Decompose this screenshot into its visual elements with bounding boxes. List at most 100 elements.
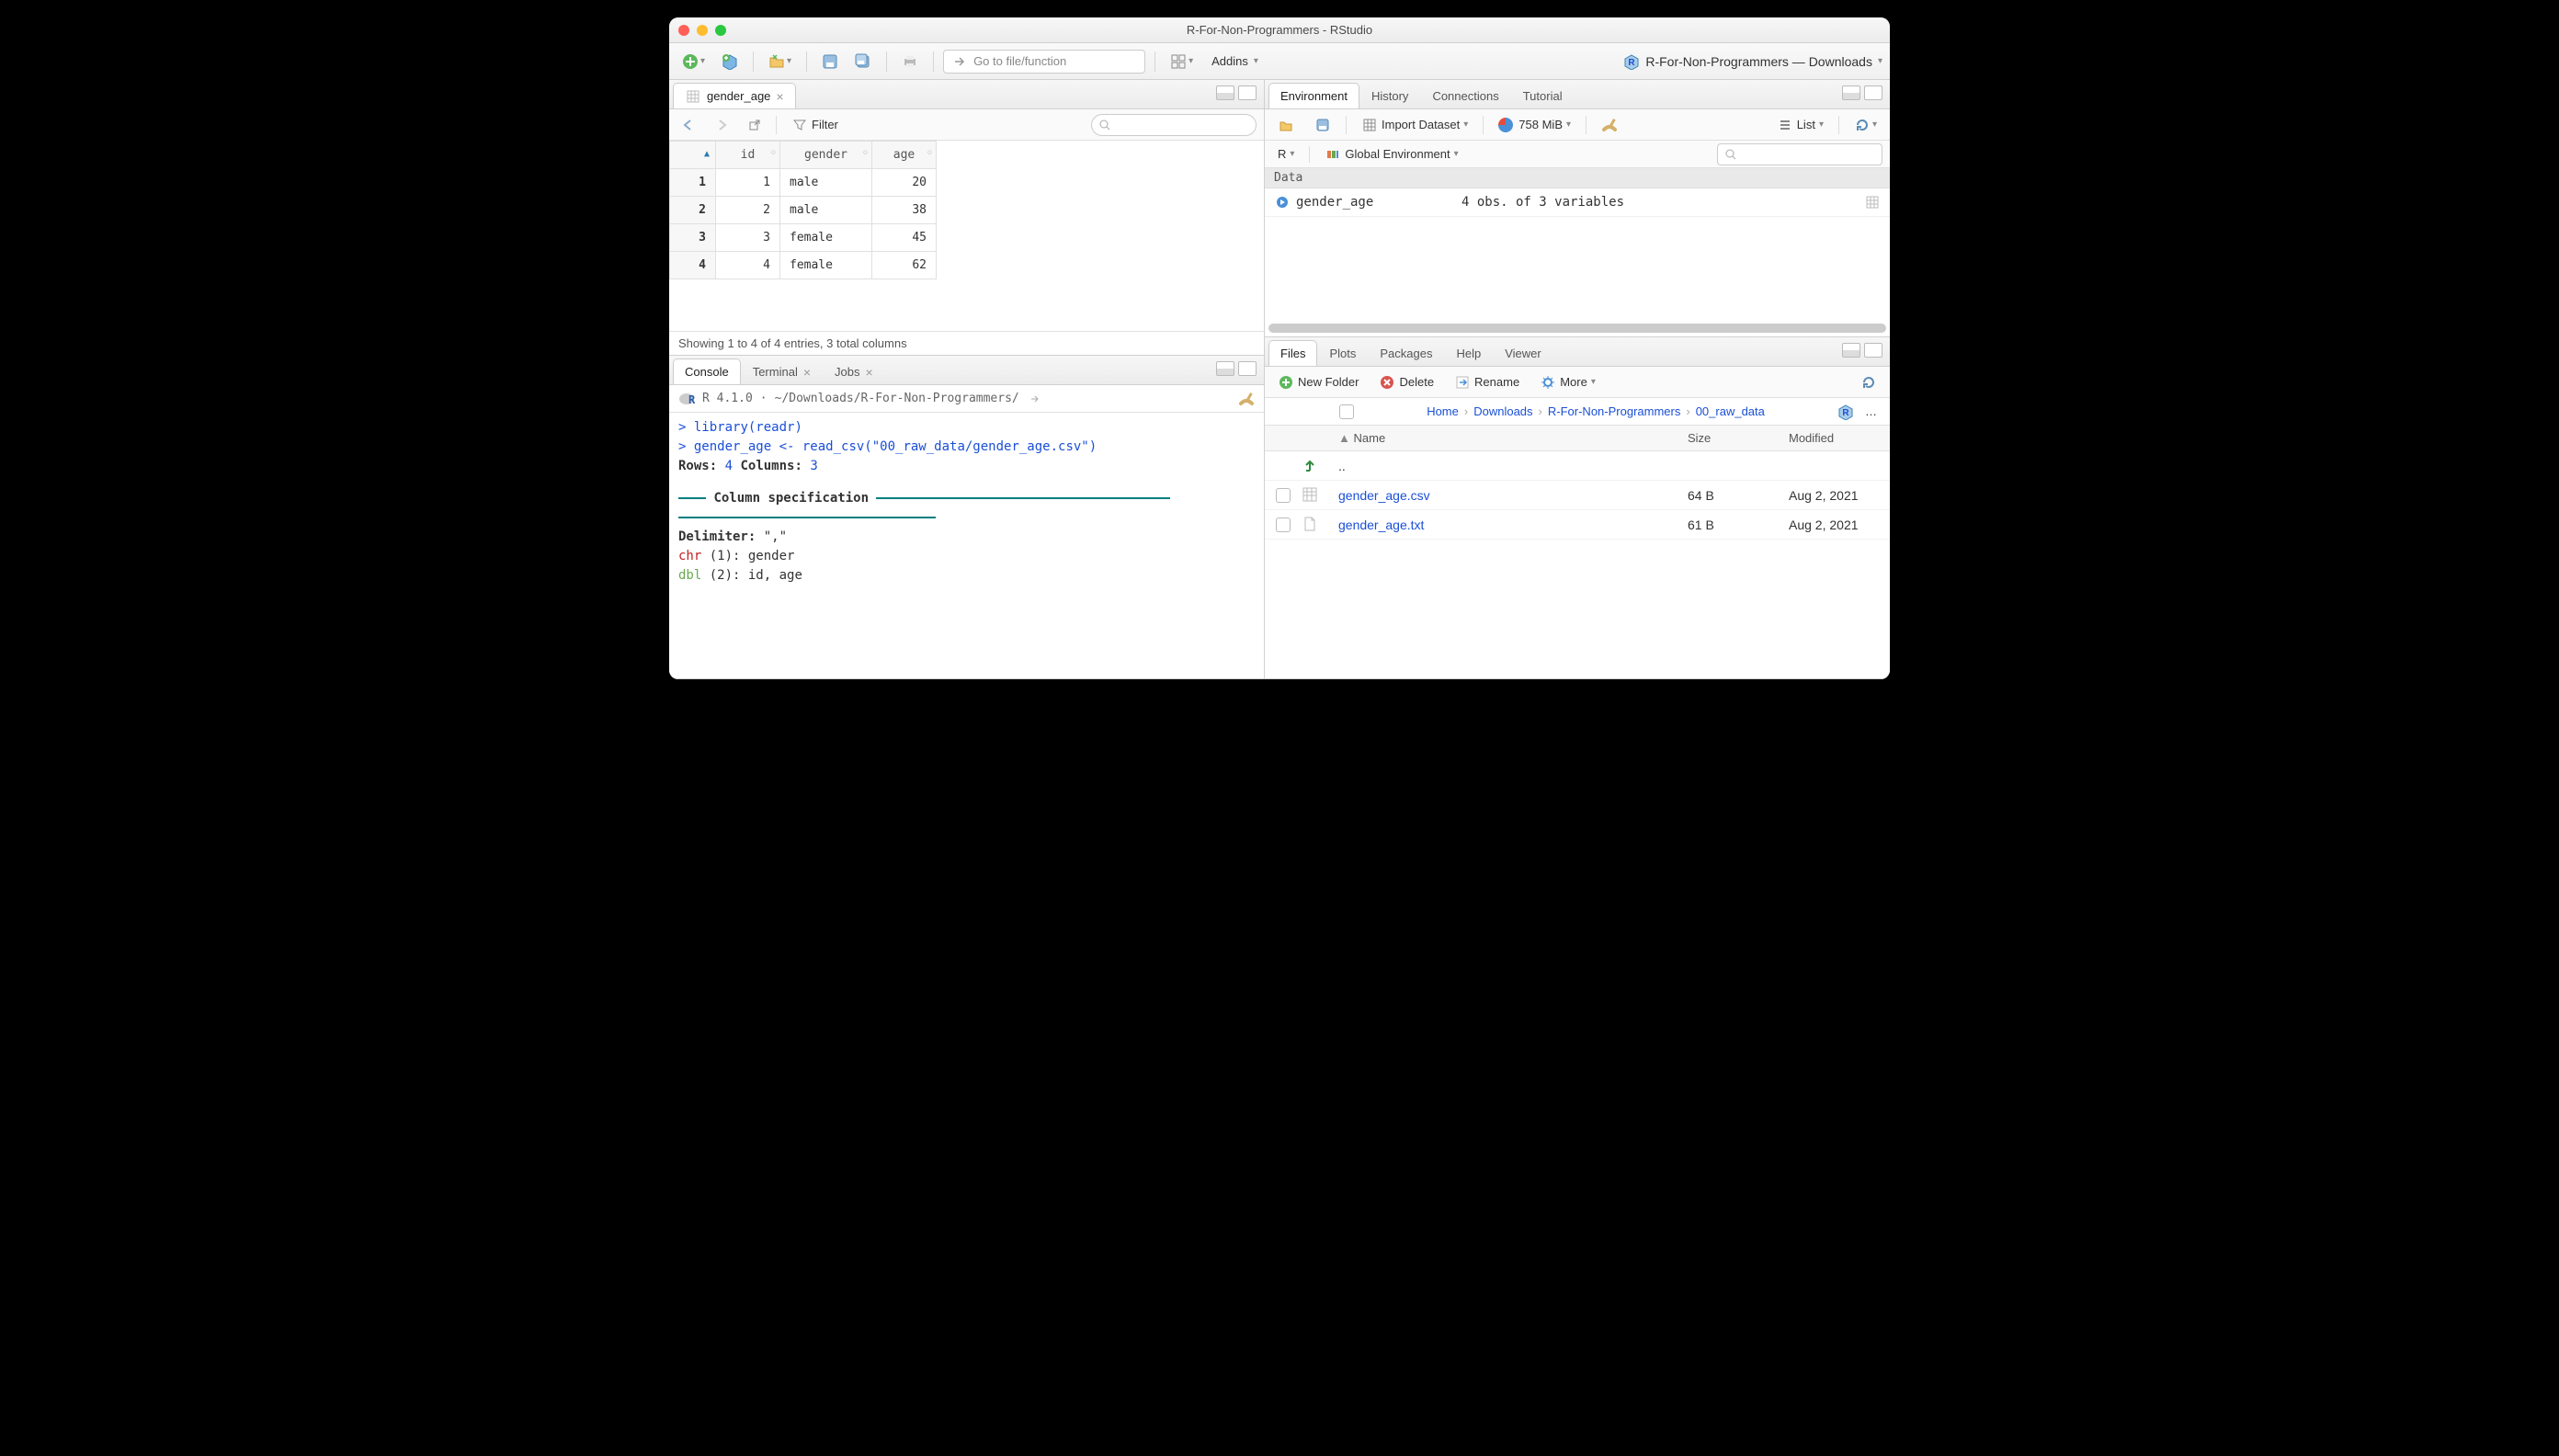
load-workspace-button[interactable] — [1272, 113, 1300, 137]
save-icon — [822, 53, 838, 70]
tab-tutorial[interactable]: Tutorial — [1511, 83, 1575, 108]
table-row[interactable]: 11male20 — [670, 169, 937, 197]
goto-file-input[interactable]: Go to file/function — [943, 50, 1145, 74]
new-file-button[interactable]: ▾ — [677, 50, 711, 74]
env-var-name: gender_age — [1296, 195, 1461, 210]
goto-project-dir-button[interactable]: R — [1837, 404, 1854, 420]
open-file-button[interactable]: ▾ — [763, 50, 797, 74]
tab-history[interactable]: History — [1359, 83, 1420, 108]
refresh-env-button[interactable]: ▾ — [1848, 113, 1882, 137]
file-row-up[interactable]: .. — [1265, 451, 1890, 481]
file-list-header: ▲ Name Size Modified — [1265, 426, 1890, 451]
import-dataset-button[interactable]: Import Dataset ▾ — [1356, 113, 1473, 137]
delete-button[interactable]: Delete — [1373, 370, 1439, 394]
crumb-downloads[interactable]: Downloads — [1473, 404, 1532, 418]
crumb-home[interactable]: Home — [1427, 404, 1459, 418]
maximize-pane-button[interactable] — [1238, 361, 1257, 376]
tab-help[interactable]: Help — [1444, 340, 1493, 366]
console-output[interactable]: > library(readr) > gender_age <- read_cs… — [669, 413, 1264, 678]
env-search-input[interactable] — [1717, 143, 1882, 165]
scrollbar[interactable] — [1268, 324, 1886, 333]
file-checkbox[interactable] — [1276, 518, 1291, 532]
r-logo-icon: R — [678, 391, 695, 407]
maximize-pane-button[interactable] — [1238, 85, 1257, 100]
memory-usage-button[interactable]: 758 MiB ▾ — [1493, 113, 1576, 137]
col-age[interactable]: age — [893, 148, 915, 162]
project-menu[interactable]: R R-For-Non-Programmers — Downloads ▾ — [1623, 53, 1882, 70]
save-button[interactable] — [816, 50, 844, 74]
col-gender[interactable]: gender — [804, 148, 847, 162]
file-row[interactable]: gender_age.txt 61 B Aug 2, 2021 — [1265, 510, 1890, 540]
col-modified[interactable]: Modified — [1789, 431, 1890, 445]
file-name[interactable]: gender_age.txt — [1338, 518, 1688, 532]
col-name[interactable]: Name — [1354, 431, 1386, 445]
clear-env-button[interactable] — [1596, 113, 1623, 137]
table-row[interactable]: 22male38 — [670, 197, 937, 224]
tab-packages[interactable]: Packages — [1368, 340, 1444, 366]
view-table-icon[interactable] — [1864, 194, 1881, 210]
new-folder-button[interactable]: New Folder — [1272, 370, 1364, 394]
close-icon[interactable]: × — [803, 365, 811, 380]
maximize-pane-button[interactable] — [1864, 343, 1882, 358]
tab-plots[interactable]: Plots — [1317, 340, 1368, 366]
svg-text:R: R — [1842, 408, 1849, 418]
minimize-pane-button[interactable] — [1216, 85, 1234, 100]
tab-gender-age[interactable]: gender_age × — [673, 83, 796, 108]
back-button[interactable] — [677, 113, 700, 137]
new-project-button[interactable] — [716, 50, 744, 74]
file-modified: Aug 2, 2021 — [1789, 518, 1890, 532]
minimize-pane-button[interactable] — [1216, 361, 1234, 376]
close-window-button[interactable] — [678, 25, 689, 36]
close-icon[interactable]: × — [865, 365, 872, 380]
tab-files[interactable]: Files — [1268, 340, 1317, 366]
file-row[interactable]: gender_age.csv 64 B Aug 2, 2021 — [1265, 481, 1890, 510]
close-icon[interactable]: × — [776, 89, 783, 104]
more-button[interactable]: More▾ — [1534, 370, 1601, 394]
clear-console-button[interactable] — [1238, 391, 1255, 407]
plus-circle-icon — [1278, 374, 1294, 391]
tab-console[interactable]: Console — [673, 358, 741, 384]
minimize-pane-button[interactable] — [1842, 343, 1860, 358]
tab-environment[interactable]: Environment — [1268, 83, 1359, 108]
popout-button[interactable] — [743, 113, 767, 137]
file-name[interactable]: gender_age.csv — [1338, 488, 1688, 503]
env-var-row[interactable]: gender_age 4 obs. of 3 variables — [1265, 188, 1890, 217]
data-search-input[interactable] — [1091, 114, 1257, 136]
crumb-rawdata[interactable]: 00_raw_data — [1696, 404, 1765, 418]
table-row[interactable]: 44female62 — [670, 252, 937, 279]
project-icon: R — [1623, 53, 1640, 70]
col-id[interactable]: id — [741, 148, 756, 162]
forward-button[interactable] — [710, 113, 734, 137]
svg-text:R: R — [688, 393, 695, 406]
env-scope-button[interactable]: Global Environment ▾ — [1319, 142, 1463, 166]
print-icon — [902, 53, 918, 70]
filter-icon — [791, 117, 808, 133]
print-button[interactable] — [896, 50, 924, 74]
filter-button[interactable]: Filter — [786, 113, 844, 137]
file-checkbox[interactable] — [1276, 488, 1291, 503]
col-size[interactable]: Size — [1688, 431, 1789, 445]
maximize-pane-button[interactable] — [1864, 85, 1882, 100]
list-view-button[interactable]: List ▾ — [1771, 113, 1829, 137]
table-row[interactable]: 33female45 — [670, 224, 937, 252]
addins-dropdown[interactable]: Addins ▾ — [1211, 54, 1258, 68]
tab-connections[interactable]: Connections — [1420, 83, 1510, 108]
rename-button[interactable]: Rename — [1449, 370, 1525, 394]
tab-terminal[interactable]: Terminal× — [741, 358, 823, 384]
tab-viewer[interactable]: Viewer — [1493, 340, 1553, 366]
panes-button[interactable]: ▾ — [1165, 50, 1199, 74]
tab-jobs[interactable]: Jobs× — [823, 358, 885, 384]
popout-icon[interactable] — [1027, 391, 1043, 407]
crumb-project[interactable]: R-For-Non-Programmers — [1548, 404, 1680, 418]
zoom-window-button[interactable] — [715, 25, 726, 36]
expand-icon[interactable] — [1274, 194, 1291, 210]
refresh-files-button[interactable] — [1855, 370, 1882, 394]
select-all-checkbox[interactable] — [1339, 404, 1354, 419]
more-paths-button[interactable]: … — [1860, 400, 1882, 424]
minimize-window-button[interactable] — [697, 25, 708, 36]
language-scope-button[interactable]: R ▾ — [1272, 142, 1300, 166]
save-workspace-button[interactable] — [1309, 113, 1336, 137]
data-grid[interactable]: ▲ id◇ gender◇ age◇ 11male2022male3833fem… — [669, 141, 1264, 331]
save-all-button[interactable] — [849, 50, 877, 74]
minimize-pane-button[interactable] — [1842, 85, 1860, 100]
